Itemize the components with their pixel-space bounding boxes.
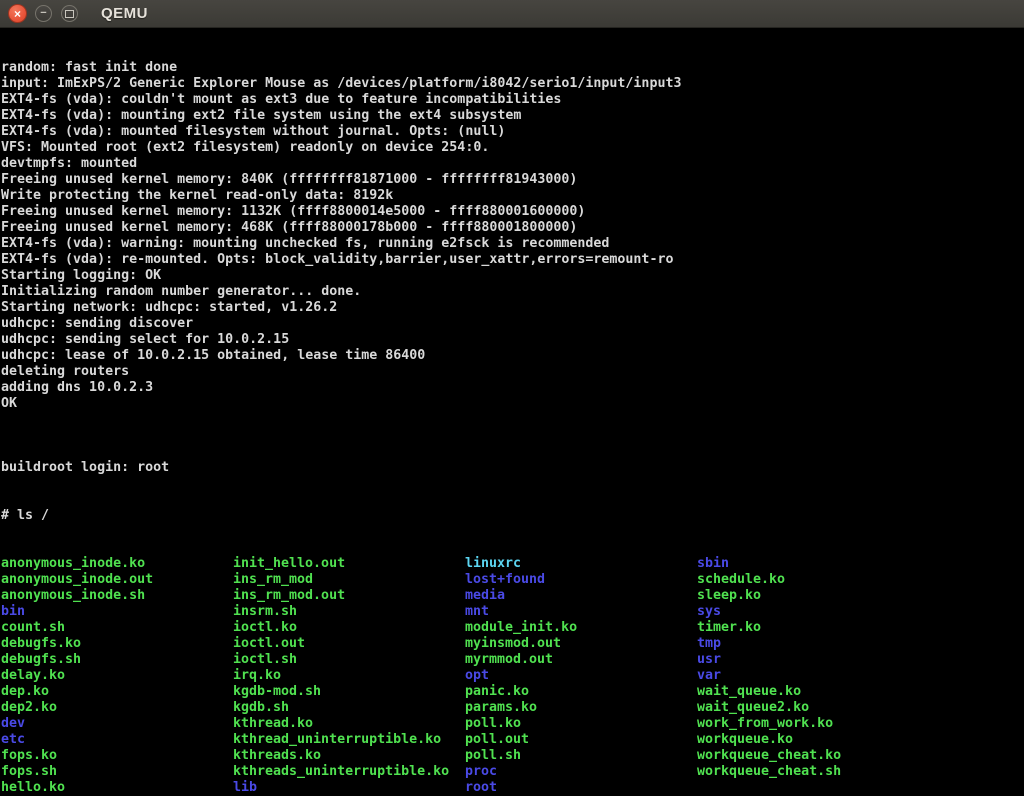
file-entry: kthread_uninterruptible.ko (233, 732, 465, 748)
terminal-line: Freeing unused kernel memory: 840K (ffff… (1, 172, 1024, 188)
file-entry: kgdb.sh (233, 700, 465, 716)
close-icon: × (14, 8, 21, 20)
terminal-line: udhcpc: sending discover (1, 316, 1024, 332)
terminal-line: adding dns 10.0.2.3 (1, 380, 1024, 396)
ls-output: anonymous_inode.koinit_hello.outlinuxrcs… (1, 556, 1024, 796)
file-entry: sys (697, 604, 1024, 620)
maximize-button[interactable] (61, 5, 78, 22)
file-entry: panic.ko (465, 684, 697, 700)
file-entry: debugfs.sh (1, 652, 233, 668)
file-entry: proc (465, 764, 697, 780)
minimize-icon: − (40, 8, 46, 19)
terminal-line: random: fast init done (1, 60, 1024, 76)
terminal-line: input: ImExPS/2 Generic Explorer Mouse a… (1, 76, 1024, 92)
file-entry: irq.ko (233, 668, 465, 684)
terminal-line: Starting network: udhcpc: started, v1.26… (1, 300, 1024, 316)
window-title: QEMU (101, 5, 148, 22)
terminal-line: Initializing random number generator... … (1, 284, 1024, 300)
file-entry: wait_queue2.ko (697, 700, 1024, 716)
file-entry: ioctl.out (233, 636, 465, 652)
file-entry: workqueue_cheat.sh (697, 764, 1024, 780)
terminal-line: deleting routers (1, 364, 1024, 380)
terminal-line: Freeing unused kernel memory: 468K (ffff… (1, 220, 1024, 236)
file-entry: usr (697, 652, 1024, 668)
file-entry: insrm.sh (233, 604, 465, 620)
file-entry: bin (1, 604, 233, 620)
minimize-button[interactable]: − (35, 5, 52, 22)
file-entry: ins_rm_mod.out (233, 588, 465, 604)
terminal-line: Freeing unused kernel memory: 1132K (fff… (1, 204, 1024, 220)
file-entry: poll.out (465, 732, 697, 748)
terminal-line: OK (1, 396, 1024, 412)
maximize-icon (65, 10, 74, 18)
terminal-line: Starting logging: OK (1, 268, 1024, 284)
qemu-window: × − QEMU random: fast init doneinput: Im… (0, 0, 1024, 796)
file-entry: anonymous_inode.sh (1, 588, 233, 604)
empty-cell (697, 780, 1024, 796)
file-entry: ins_rm_mod (233, 572, 465, 588)
terminal-line: EXT4-fs (vda): mounted filesystem withou… (1, 124, 1024, 140)
file-entry: count.sh (1, 620, 233, 636)
file-entry: myinsmod.out (465, 636, 697, 652)
terminal-line: EXT4-fs (vda): re-mounted. Opts: block_v… (1, 252, 1024, 268)
close-button[interactable]: × (8, 4, 27, 23)
file-entry: ioctl.ko (233, 620, 465, 636)
file-entry: etc (1, 732, 233, 748)
ls-command-line: # ls / (1, 508, 1024, 524)
file-entry: params.ko (465, 700, 697, 716)
file-entry: hello.ko (1, 780, 233, 796)
terminal-line: EXT4-fs (vda): mounting ext2 file system… (1, 108, 1024, 124)
file-entry: kthreads.ko (233, 748, 465, 764)
terminal-line: devtmpfs: mounted (1, 156, 1024, 172)
file-entry: workqueue_cheat.ko (697, 748, 1024, 764)
terminal-screen[interactable]: random: fast init doneinput: ImExPS/2 Ge… (0, 28, 1024, 796)
terminal-line: udhcpc: sending select for 10.0.2.15 (1, 332, 1024, 348)
file-entry: anonymous_inode.ko (1, 556, 233, 572)
file-entry: kthread.ko (233, 716, 465, 732)
file-entry: mnt (465, 604, 697, 620)
file-entry: var (697, 668, 1024, 684)
file-entry: wait_queue.ko (697, 684, 1024, 700)
file-entry: init_hello.out (233, 556, 465, 572)
file-entry: myrmmod.out (465, 652, 697, 668)
file-entry: dep.ko (1, 684, 233, 700)
terminal-line: EXT4-fs (vda): warning: mounting uncheck… (1, 236, 1024, 252)
file-entry: anonymous_inode.out (1, 572, 233, 588)
file-entry: opt (465, 668, 697, 684)
file-entry: linuxrc (465, 556, 697, 572)
file-entry: tmp (697, 636, 1024, 652)
terminal-line: Write protecting the kernel read-only da… (1, 188, 1024, 204)
terminal-line (1, 412, 1024, 428)
file-entry: work_from_work.ko (697, 716, 1024, 732)
terminal-line: EXT4-fs (vda): couldn't mount as ext3 du… (1, 92, 1024, 108)
boot-lines: random: fast init doneinput: ImExPS/2 Ge… (1, 60, 1024, 428)
file-entry: fops.ko (1, 748, 233, 764)
file-entry: lost+found (465, 572, 697, 588)
file-entry: delay.ko (1, 668, 233, 684)
window-titlebar[interactable]: × − QEMU (0, 0, 1024, 28)
terminal-line: VFS: Mounted root (ext2 filesystem) read… (1, 140, 1024, 156)
file-entry: debugfs.ko (1, 636, 233, 652)
file-entry: lib (233, 780, 465, 796)
file-entry: root (465, 780, 697, 796)
file-entry: schedule.ko (697, 572, 1024, 588)
file-entry: sleep.ko (697, 588, 1024, 604)
file-entry: poll.ko (465, 716, 697, 732)
file-entry: module_init.ko (465, 620, 697, 636)
file-entry: kgdb-mod.sh (233, 684, 465, 700)
file-entry: media (465, 588, 697, 604)
login-line: buildroot login: root (1, 460, 1024, 476)
file-entry: workqueue.ko (697, 732, 1024, 748)
file-entry: timer.ko (697, 620, 1024, 636)
file-entry: ioctl.sh (233, 652, 465, 668)
file-entry: fops.sh (1, 764, 233, 780)
file-entry: sbin (697, 556, 1024, 572)
file-entry: dep2.ko (1, 700, 233, 716)
terminal-line: udhcpc: lease of 10.0.2.15 obtained, lea… (1, 348, 1024, 364)
file-entry: kthreads_uninterruptible.ko (233, 764, 465, 780)
file-entry: dev (1, 716, 233, 732)
file-entry: poll.sh (465, 748, 697, 764)
